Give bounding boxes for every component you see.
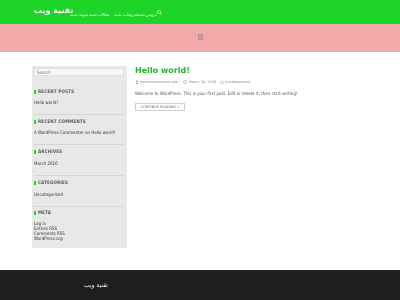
site-title[interactable]: تقنية ويب (34, 6, 73, 15)
widget-title-text: ARCHIVES (38, 149, 63, 154)
nav-item-2[interactable]: مقالات تقنية (89, 12, 109, 17)
clock-icon (183, 80, 187, 84)
nav-item-3[interactable]: شروحات تقنية (114, 12, 138, 17)
divider (34, 144, 124, 145)
widget-title-text: META (38, 210, 52, 215)
widget-title-meta: META (34, 210, 51, 215)
post-author[interactable]: motortvstreamsz.com (140, 80, 178, 84)
widget-accent-bar (34, 150, 36, 154)
recent-post-link[interactable]: Hello world! (34, 100, 58, 105)
widget-title-categories: CATEGORIES (34, 180, 68, 185)
widget-accent-bar (34, 90, 36, 94)
comment-author-link[interactable]: A WordPress Commenter (34, 130, 84, 135)
search-icon[interactable] (157, 10, 162, 15)
recent-comment-item: A WordPress Commenter on Hello world! (34, 130, 115, 135)
meta-link-wordpress-org[interactable]: WordPress.org (34, 236, 63, 241)
post-date[interactable]: March 28, 2016 (189, 80, 216, 84)
comment-on-text: on (85, 130, 91, 135)
footer-site-title[interactable]: تقنية ويب (84, 282, 108, 289)
document-icon (198, 34, 203, 40)
widget-title-archives: ARCHIVES (34, 149, 62, 154)
divider (34, 114, 124, 115)
post-title[interactable]: Hello world! (135, 66, 190, 75)
widget-title-recent-posts: RECENT POSTS (34, 89, 74, 94)
post-excerpt: Welcome to WordPress. This is your first… (135, 91, 298, 96)
sidebar-search-input[interactable] (34, 68, 124, 76)
widget-title-recent-comments: RECENT COMMENTS (34, 119, 86, 124)
widget-accent-bar (34, 181, 36, 185)
continue-reading-button[interactable]: CONTINUE READING » (135, 103, 185, 111)
comment-post-link[interactable]: Hello world! (91, 130, 115, 135)
widget-title-text: CATEGORIES (38, 180, 69, 185)
divider (34, 175, 124, 176)
folder-icon (220, 81, 224, 84)
footer (0, 270, 400, 300)
category-link[interactable]: Uncategorized (34, 192, 63, 197)
nav-item-4[interactable]: دروس تقنية (137, 12, 157, 17)
widget-title-text: RECENT POSTS (38, 89, 75, 94)
widget-accent-bar (34, 120, 36, 124)
archive-link[interactable]: March 2016 (34, 161, 58, 166)
nav-item-1[interactable]: مدونة تقنية (70, 12, 88, 17)
post-category[interactable]: Uncategorized (225, 80, 250, 84)
widget-title-text: RECENT COMMENTS (38, 119, 86, 124)
widget-accent-bar (34, 211, 36, 215)
user-icon (135, 80, 139, 84)
divider (34, 206, 124, 207)
